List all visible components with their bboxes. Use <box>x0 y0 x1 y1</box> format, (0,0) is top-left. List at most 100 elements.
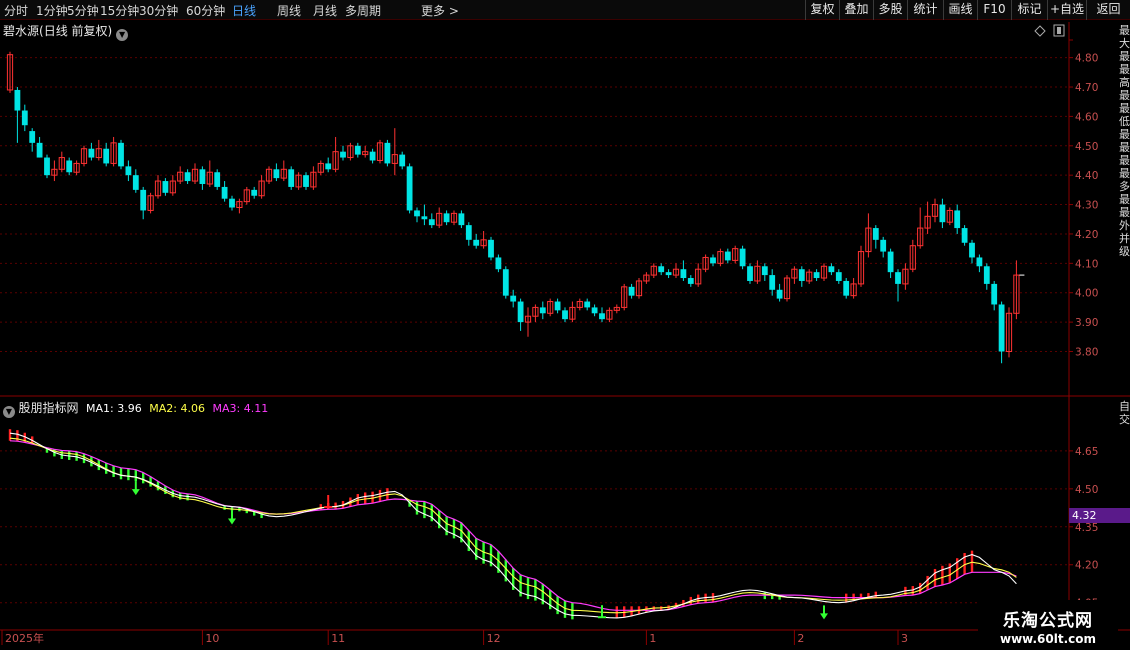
panel-icon-fill <box>1057 27 1061 34</box>
indicator-title-bar: ▼ 股朋指标网 MA1: 3.96 MA2: 4.06 MA3: 4.11 <box>3 399 268 418</box>
candle-body <box>80 148 88 164</box>
candle-body <box>857 251 865 285</box>
price-tick-label: 4.20 <box>1075 229 1098 241</box>
toolbar-button-3[interactable]: 统计 <box>907 0 943 20</box>
candle-body <box>502 269 509 296</box>
price-tick-label: 4.00 <box>1075 288 1098 300</box>
candle-body <box>376 142 384 161</box>
candle-body <box>214 172 221 187</box>
candle-body <box>895 272 901 284</box>
price-tick-label: 3.90 <box>1075 317 1098 329</box>
candle-body <box>621 286 628 308</box>
time-tick-label: 10 <box>205 632 219 645</box>
tab-period-1[interactable]: 1分钟 <box>36 2 68 19</box>
tab-period-0[interactable]: 分时 <box>4 2 28 19</box>
candle-body <box>206 171 213 185</box>
tab-period-4[interactable]: 30分钟 <box>139 2 178 19</box>
candle-body <box>428 219 435 226</box>
chart-area[interactable]: 3.80 3.90 4.00 4.10 4.20 4.30 4.40 4.50 4.60 4.70… <box>0 0 1130 650</box>
time-tick-label: 12 <box>487 632 501 645</box>
candle-body <box>6 54 14 91</box>
candle-body <box>532 306 539 317</box>
candle-body <box>450 212 458 223</box>
ma2-label: MA2: <box>149 402 177 415</box>
toolbar-button-2[interactable]: 多股 <box>873 0 907 20</box>
candle-body <box>976 257 983 267</box>
chart-title-bar: 碧水源(日线 前复权) ▼ <box>3 22 129 41</box>
price-mode: (日线 前复权) <box>39 24 113 38</box>
candle-body <box>569 306 576 320</box>
candle-body <box>236 201 243 208</box>
candle-body <box>199 169 206 184</box>
indicator-tick-label: 4.35 <box>1075 522 1098 534</box>
side-stats-text: 最大最最高最最低最最最最多最最外并级 <box>1119 24 1130 258</box>
time-tick-label: 2 <box>797 632 804 645</box>
toolbar-button-7[interactable]: +自选 <box>1047 0 1086 20</box>
toolbar-button-4[interactable]: 画线 <box>943 0 977 20</box>
price-tick-label: 4.70 <box>1075 82 1098 94</box>
watermark-title: 乐淘公式网 <box>1003 611 1093 631</box>
candle-body <box>969 242 975 258</box>
candle-body <box>295 174 302 188</box>
toolbar-button-5[interactable]: F10 <box>977 0 1011 20</box>
candle-body <box>517 301 524 323</box>
candle-body <box>473 239 480 246</box>
candle-body <box>288 169 295 187</box>
candle-body <box>340 151 346 158</box>
tab-period-7[interactable]: 周线 <box>277 2 301 19</box>
candle-body <box>191 168 199 182</box>
candle-body <box>865 227 872 253</box>
tab-period-9[interactable]: 多周期 <box>345 2 381 19</box>
candle-body <box>251 189 258 196</box>
candle-body <box>29 131 36 143</box>
toolbar-button-1[interactable]: 叠加 <box>839 0 873 20</box>
candle-body <box>14 89 21 111</box>
candle-body <box>132 175 139 190</box>
candle-body <box>747 266 753 281</box>
tab-period-10[interactable]: 更多 > <box>421 2 459 19</box>
toolbar-button-6[interactable]: 标记 <box>1011 0 1047 20</box>
candle-body <box>140 189 147 211</box>
toolbar-button-8[interactable]: 返回 <box>1086 0 1130 20</box>
candle-body <box>369 151 376 161</box>
candle-body <box>983 266 990 284</box>
candle-body <box>421 216 428 220</box>
candle-body <box>880 239 887 252</box>
last-price-tag-label: 4.32 <box>1072 509 1097 522</box>
candle-body <box>162 181 169 193</box>
price-tick-label: 4.30 <box>1075 200 1098 212</box>
tab-period-8[interactable]: 月线 <box>313 2 337 19</box>
tab-period-2[interactable]: 5分钟 <box>67 2 99 19</box>
tab-period-5[interactable]: 60分钟 <box>186 2 225 19</box>
candle-body <box>169 180 176 194</box>
candle-body <box>732 248 739 261</box>
candle-body <box>635 280 643 297</box>
candle-body <box>776 289 783 299</box>
watermark: 乐淘公式网 www.60lt.com <box>978 600 1118 650</box>
candle-body <box>909 245 916 270</box>
toolbar-button-0[interactable]: 复权 <box>805 0 839 20</box>
watermark-url: www.60lt.com <box>999 632 1097 646</box>
candle-body <box>798 269 805 281</box>
candle-body <box>954 210 961 229</box>
candle-body <box>399 154 406 167</box>
ma3-label: MA3: <box>212 402 241 415</box>
chevron-down-icon[interactable]: ▼ <box>3 406 15 418</box>
chevron-down-icon[interactable]: ▼ <box>116 29 129 41</box>
candle-body <box>258 180 265 197</box>
indicator-tick-label: 4.50 <box>1075 484 1098 496</box>
candle-body <box>939 204 946 223</box>
indicator-name: 股朋指标网 <box>18 401 79 415</box>
candle-body <box>310 171 317 188</box>
candle-body <box>710 257 716 264</box>
candle-body <box>58 157 65 170</box>
tab-period-3[interactable]: 15分钟 <box>100 2 139 19</box>
tab-period-6[interactable]: 日线 <box>232 2 256 19</box>
candle-body <box>991 283 998 305</box>
ma3-value: 4.11 <box>243 402 269 415</box>
ma3-line <box>9 440 1017 611</box>
candle-body <box>902 268 909 285</box>
candle-body <box>591 307 598 314</box>
panel-icon <box>1053 24 1065 37</box>
ma1-value: 3.96 <box>117 402 142 415</box>
